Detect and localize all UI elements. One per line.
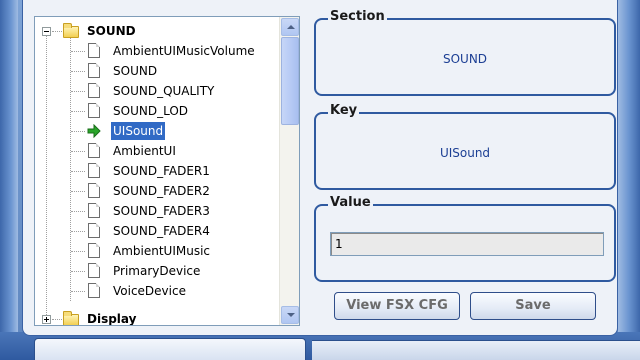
scroll-down-button[interactable] [281,306,299,324]
tree-label: AmbientUIMusicVolume [113,44,255,58]
tree-item[interactable]: AmbientUIMusicVolume [35,41,281,61]
tree-branch-line [71,251,85,252]
tree-label: SOUND_FADER3 [113,204,210,218]
tree-label: SOUND_LOD [113,104,189,118]
tree-branch-line [71,191,85,192]
tree-label: AmbientUI [113,144,176,158]
tree-item[interactable]: SOUND_LOD [35,101,281,121]
document-icon [88,143,100,158]
section-group: Section SOUND [314,9,616,96]
tree-item[interactable]: VoiceDevice [35,281,281,301]
tree-branch-line [71,51,85,52]
value-group: Value 1 [314,195,616,282]
tree-branch-line [71,171,85,172]
tree-branch-line [52,31,62,32]
key-value: UISound [439,146,491,160]
tree-branch-line [71,111,85,112]
tree-branch-line [71,291,85,292]
tree-scrollbar[interactable] [279,17,299,325]
document-icon [88,183,100,198]
scroll-thumb[interactable] [281,37,299,125]
tree-branch-line [71,271,85,272]
tree-item[interactable]: SOUND_FADER2 [35,181,281,201]
tree-label: SOUND [113,64,158,78]
bottom-tab-right [312,340,640,360]
collapse-icon[interactable] [42,27,51,36]
tree-branch-line [52,319,62,320]
tree-branch-line [71,91,85,92]
tree-label: SOUND_FADER2 [113,184,210,198]
scroll-up-button[interactable] [281,18,299,36]
value-title: Value [328,195,373,210]
document-icon [88,283,100,298]
tree-label: Display [87,312,137,326]
config-tree[interactable]: SOUND AmbientUIMusicVolume SOUND SOUND_Q… [34,16,300,326]
window-left-rail [0,0,18,360]
tree-item[interactable]: PrimaryDevice [35,261,281,281]
view-fsx-cfg-button[interactable]: View FSX CFG [334,292,460,320]
tree-item[interactable]: AmbientUI [35,141,281,161]
tree-item[interactable]: SOUND_FADER4 [35,221,281,241]
tree-branch-line [71,131,85,132]
bottom-tab-left[interactable] [34,338,306,360]
tree-branch-line [71,231,85,232]
tree-item[interactable]: AmbientUIMusic [35,241,281,261]
document-icon [88,223,100,238]
section-value: SOUND [442,52,488,66]
tree-label: SOUND_FADER1 [113,164,210,178]
tree-item-selected[interactable]: UISound [35,121,281,141]
tree-label: VoiceDevice [113,284,186,298]
key-group: Key UISound [314,103,616,190]
tree-label: AmbientUIMusic [113,244,211,258]
tree-item[interactable]: SOUND_FADER3 [35,201,281,221]
green-arrow-icon [87,124,101,138]
document-icon [88,103,100,118]
tree-label: SOUND [87,24,136,38]
window-right-edge [618,0,640,340]
tree-node-display[interactable]: Display [35,309,281,326]
document-icon [88,43,100,58]
folder-icon [63,311,79,325]
tree-item[interactable]: SOUND_FADER1 [35,161,281,181]
section-title: Section [328,9,387,24]
folder-icon [63,23,79,38]
document-icon [88,263,100,278]
tree-label: UISound [109,121,167,141]
document-icon [88,243,100,258]
tree-branch-line [71,71,85,72]
tree-node-sound[interactable]: SOUND [35,21,281,41]
document-icon [88,63,100,78]
tree-item[interactable]: SOUND [35,61,281,81]
document-icon [88,163,100,178]
tree-branch-line [71,151,85,152]
tree-item[interactable]: SOUND_QUALITY [35,81,281,101]
value-input[interactable]: 1 [330,232,604,256]
tree-label: SOUND_FADER4 [113,224,210,238]
tree-branch-line [71,211,85,212]
save-button[interactable]: Save [470,292,596,320]
document-icon [88,83,100,98]
document-icon [88,203,100,218]
key-title: Key [328,103,360,118]
tree-label: PrimaryDevice [113,264,201,278]
expand-icon[interactable] [42,315,51,324]
tree-label: SOUND_QUALITY [113,84,215,98]
